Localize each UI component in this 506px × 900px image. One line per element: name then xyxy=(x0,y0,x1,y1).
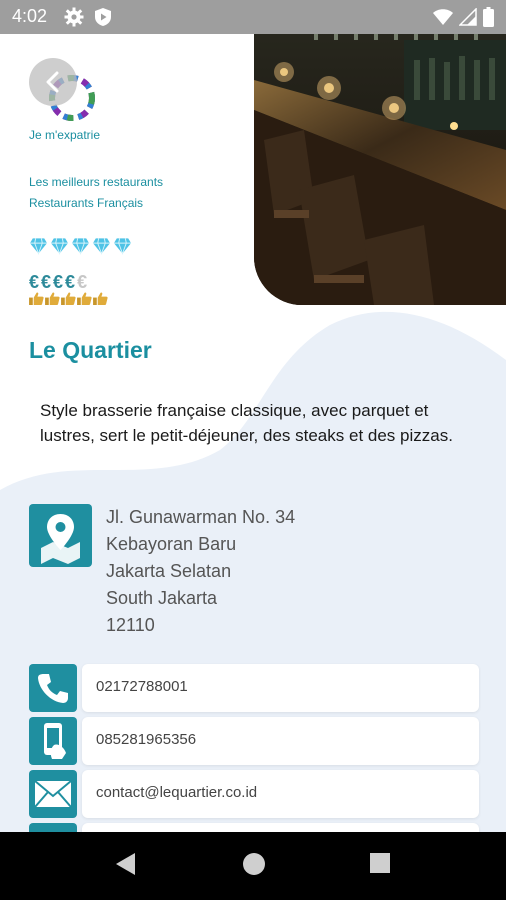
thumbs-rating xyxy=(29,292,108,305)
category-best-restaurants[interactable]: Les meilleurs restaurants xyxy=(29,172,163,193)
price-symbol-inactive: € xyxy=(77,272,88,292)
status-time: 4:02 xyxy=(12,6,48,26)
battery-icon xyxy=(483,7,494,27)
diamond-icon xyxy=(92,238,111,255)
thumbs-up-icon xyxy=(29,292,44,305)
phone-number: 02172788001 xyxy=(96,678,188,695)
diamond-rating xyxy=(29,237,132,255)
phone-icon[interactable] xyxy=(29,664,77,712)
back-button[interactable] xyxy=(29,58,77,106)
email-address: contact@lequartier.co.id xyxy=(96,784,258,801)
address-line: Jl. Gunawarman No. 34 xyxy=(106,507,296,527)
phone-field[interactable]: 02172788001 xyxy=(82,664,479,712)
address-line: Jakarta Selatan xyxy=(106,561,232,581)
back-triangle-icon[interactable] xyxy=(115,852,137,876)
price-symbol: € xyxy=(41,272,52,292)
brand-name: Je m'expatrie xyxy=(29,128,100,142)
address-block: Jl. Gunawarman No. 34 Kebayoran Baru Jak… xyxy=(106,504,295,639)
price-symbol: € xyxy=(29,272,40,292)
thumbs-up-icon xyxy=(61,292,76,305)
thumbs-up-icon xyxy=(93,292,108,305)
signal-icon xyxy=(459,8,477,26)
shield-play-icon xyxy=(95,8,111,26)
mobile-field[interactable]: 085281965356 xyxy=(82,717,479,765)
diamond-icon xyxy=(71,238,90,255)
category-french-restaurants[interactable]: Restaurants Français xyxy=(29,193,163,214)
wifi-icon xyxy=(433,9,453,25)
thumbs-up-icon xyxy=(77,292,92,305)
diamond-icon xyxy=(113,238,132,255)
map-pin-icon[interactable] xyxy=(29,504,92,567)
address-line: Kebayoran Baru xyxy=(106,534,237,554)
thumbs-up-icon xyxy=(45,292,60,305)
gear-icon xyxy=(64,7,84,27)
diamond-icon xyxy=(50,238,69,255)
restaurant-photo xyxy=(254,0,506,305)
address-postcode: 12110 xyxy=(106,615,155,635)
home-circle-icon[interactable] xyxy=(242,852,266,876)
address-line: South Jakarta xyxy=(106,588,218,608)
diamond-icon xyxy=(29,238,48,255)
status-bar: 4:02 xyxy=(0,0,506,34)
category-list: Les meilleurs restaurants Restaurants Fr… xyxy=(29,172,163,214)
price-symbol: € xyxy=(53,272,64,292)
restaurant-description: Style brasserie française classique, ave… xyxy=(40,401,453,445)
price-rating: € € € € € xyxy=(29,272,87,293)
contact-mobile-row[interactable]: 085281965356 xyxy=(29,717,479,767)
chevron-left-icon xyxy=(46,71,59,93)
email-field[interactable]: contact@lequartier.co.id xyxy=(82,770,479,818)
mobile-phone-icon[interactable] xyxy=(29,717,77,765)
recents-square-icon[interactable] xyxy=(369,852,391,874)
contact-email-row[interactable]: contact@lequartier.co.id xyxy=(29,770,479,820)
restaurant-name: Le Quartier xyxy=(29,337,152,363)
price-symbol: € xyxy=(65,272,76,292)
mobile-number: 085281965356 xyxy=(96,731,197,748)
navigation-bar xyxy=(0,832,506,900)
mail-icon[interactable] xyxy=(29,770,77,818)
contact-phone-row[interactable]: 02172788001 xyxy=(29,664,479,714)
